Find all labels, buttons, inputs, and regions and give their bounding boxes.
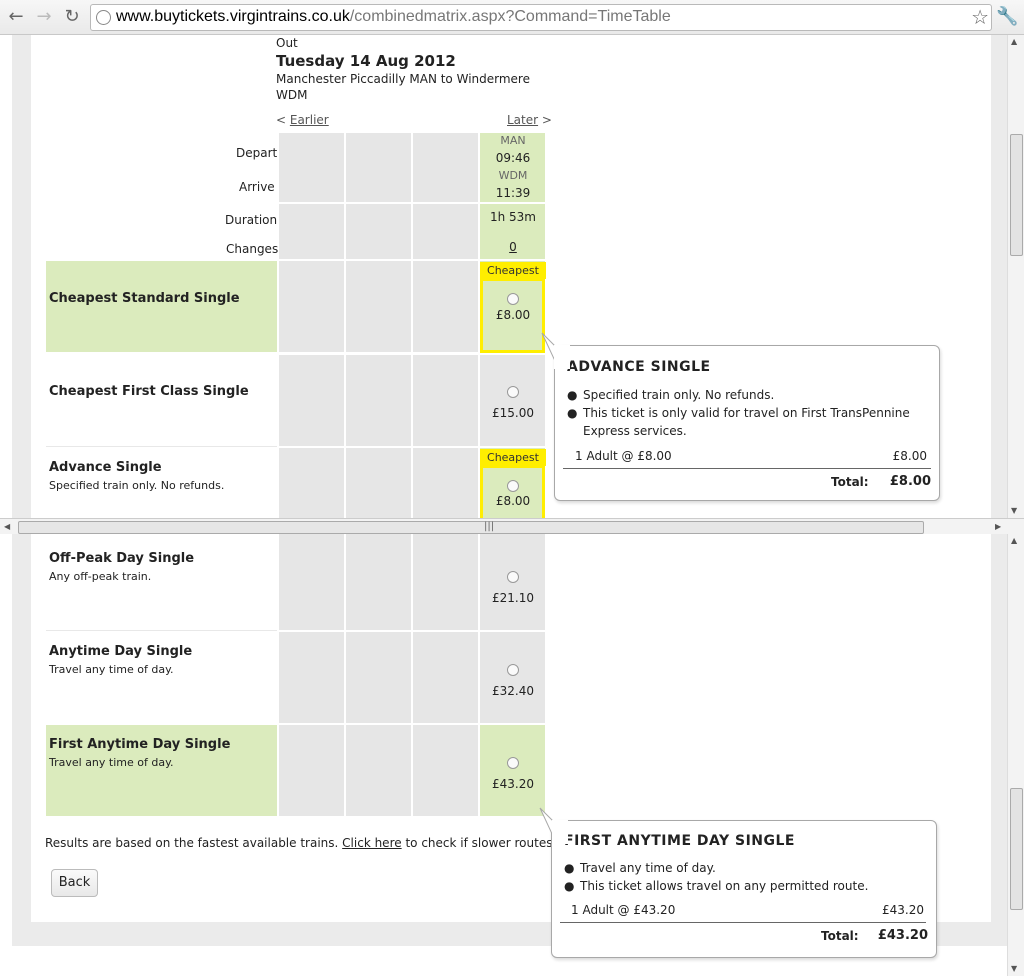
tooltip-bullet: Travel any time of day. — [580, 861, 716, 875]
reload-icon[interactable]: ↻ — [62, 7, 82, 27]
fare-desc: Any off-peak train. — [49, 570, 152, 583]
back-button[interactable]: Back — [51, 869, 98, 897]
fare-name: First Anytime Day Single — [49, 737, 231, 752]
bookmark-star-icon[interactable]: ☆ — [971, 5, 989, 29]
arrive-time: 11:39 — [495, 186, 531, 200]
fare-tooltip-first-anytime: FIRST ANYTIME DAY SINGLE ● Travel any tim… — [551, 820, 937, 958]
tooltip-total-value: £8.00 — [889, 474, 931, 489]
fare-desc: Travel any time of day. — [49, 663, 174, 676]
fare-name: Cheapest First Class Single — [49, 384, 249, 399]
fare-radio[interactable] — [507, 664, 519, 676]
forward-arrow-icon[interactable]: → — [34, 7, 54, 27]
depart-station: MAN — [500, 134, 526, 147]
results-note: Results are based on the fastest availab… — [45, 836, 567, 850]
fare-price: £15.00 — [492, 406, 534, 420]
tooltip-title: ADVANCE SINGLE — [567, 359, 711, 375]
tooltip-line-label: 1 Adult @ £8.00 — [575, 449, 672, 463]
back-arrow-icon[interactable]: ← — [6, 7, 26, 27]
fare-desc: Travel any time of day. — [49, 756, 174, 769]
tooltip-bullet: Specified train only. No refunds. — [583, 388, 775, 402]
scroll-thumb[interactable] — [1010, 788, 1023, 910]
duration-label: Duration — [225, 213, 278, 227]
click-here-link[interactable]: Click here — [342, 836, 401, 850]
tooltip-bullet: This ticket allows travel on any permitt… — [580, 879, 869, 893]
fare-price: £32.40 — [492, 684, 534, 698]
tooltip-pointer — [541, 332, 570, 369]
globe-icon — [96, 10, 111, 25]
scroll-thumb[interactable] — [1010, 134, 1023, 256]
top-pane: Out Tuesday 14 Aug 2012 Manchester Picca… — [0, 35, 1024, 518]
tooltip-title: FIRST ANYTIME DAY SINGLE — [564, 833, 795, 849]
fare-row-cheapest-standard — [46, 261, 277, 352]
scroll-thumb[interactable]: ||| — [18, 521, 924, 534]
tooltip-total-value: £43.20 — [877, 928, 928, 943]
cheapest-badge: Cheapest — [480, 449, 546, 466]
fare-radio[interactable] — [507, 571, 519, 583]
arrive-label: Arrive — [239, 180, 275, 194]
depart-label: Depart — [236, 146, 278, 160]
fare-radio[interactable] — [507, 757, 519, 769]
bottom-vertical-scrollbar[interactable]: ▲ ▼ — [1007, 534, 1024, 976]
earlier-link[interactable]: < Earlier — [276, 113, 329, 127]
tooltip-total-label: Total: — [831, 475, 869, 489]
tooltip-line-label: 1 Adult @ £43.20 — [571, 903, 676, 917]
changes-link[interactable]: 0 — [480, 240, 546, 254]
bottom-pane: Off-Peak Day Single Any off-peak train. … — [0, 534, 1024, 976]
tooltip-line-value: £8.00 — [892, 449, 927, 463]
direction-label: Out — [276, 36, 298, 50]
fare-price: £8.00 — [495, 494, 531, 508]
journey-date: Tuesday 14 Aug 2012 — [276, 52, 456, 70]
fare-name: Advance Single — [49, 460, 162, 475]
browser-toolbar: ← → ↻ www.buytickets.virgintrains.co.uk/… — [0, 0, 1024, 35]
fare-price: £8.00 — [495, 308, 531, 322]
route-line1: Manchester Piccadilly MAN to Windermere — [276, 72, 530, 86]
top-vertical-scrollbar[interactable]: ▲ ▼ — [1007, 35, 1024, 518]
duration-value: 1h 53m — [489, 210, 536, 224]
fare-radio[interactable] — [507, 480, 519, 492]
tooltip-total-label: Total: — [821, 929, 859, 943]
url-host: www.buytickets.virgintrains.co.uk — [116, 8, 350, 25]
tooltip-bullet: This ticket is only valid for travel on … — [583, 406, 910, 438]
fare-name: Anytime Day Single — [49, 644, 193, 659]
wrench-icon[interactable]: 🔧 — [996, 6, 1018, 27]
fare-radio[interactable] — [507, 386, 519, 398]
depart-time: 09:46 — [495, 151, 531, 165]
tooltip-pointer — [539, 807, 568, 844]
arrive-station: WDM — [498, 169, 528, 182]
later-link[interactable]: Later > — [507, 113, 552, 127]
fare-radio[interactable] — [507, 293, 519, 305]
changes-label: Changes — [226, 242, 279, 256]
fare-name: Off-Peak Day Single — [49, 551, 195, 566]
fare-price: £21.10 — [492, 591, 534, 605]
address-bar[interactable]: www.buytickets.virgintrains.co.uk/combin… — [90, 4, 992, 31]
fare-name: Cheapest Standard Single — [49, 291, 240, 306]
cheapest-badge: Cheapest — [480, 262, 546, 279]
tooltip-line-value: £43.20 — [882, 903, 924, 917]
fare-desc: Specified train only. No refunds. — [49, 479, 225, 492]
fare-price: £43.20 — [492, 777, 534, 791]
route-line2: WDM — [276, 88, 308, 102]
url-path: /combinedmatrix.aspx?Command=TimeTable — [349, 8, 671, 25]
fare-tooltip-advance: ADVANCE SINGLE ● Specified train only. No… — [554, 345, 940, 501]
